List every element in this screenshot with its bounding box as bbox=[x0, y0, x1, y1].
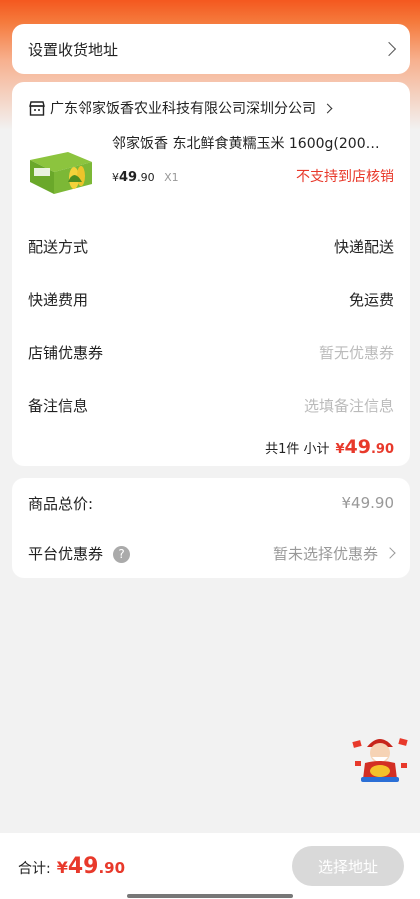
home-indicator bbox=[127, 894, 293, 898]
total-price: ¥49.90 bbox=[56, 853, 126, 879]
total-label: 合计: bbox=[18, 860, 51, 877]
shop-coupon-label: 店铺优惠券 bbox=[28, 344, 104, 362]
summary-card: 商品总价: ¥49.90 平台优惠券? 暂未选择优惠券 bbox=[12, 478, 410, 578]
remark-label: 备注信息 bbox=[28, 397, 89, 415]
address-selector[interactable]: 设置收货地址 bbox=[12, 24, 410, 74]
goods-total-row: 商品总价: ¥49.90 bbox=[28, 478, 394, 528]
product-price: ¥49.90 bbox=[112, 170, 155, 185]
product-item[interactable]: 邻家饭香 东北鲜食黄糯玉米 1600g(200… ¥49.90 X1 不支持到店… bbox=[28, 134, 394, 204]
fee-value: 免运费 bbox=[348, 291, 394, 309]
shop-icon bbox=[28, 100, 46, 116]
chevron-right-icon bbox=[384, 547, 396, 559]
shipping-fee-row: 快递费用 免运费 bbox=[28, 273, 394, 326]
pickup-notice: 不支持到店核销 bbox=[296, 169, 394, 185]
remark-row: 备注信息 选填备注信息 bbox=[28, 379, 394, 432]
delivery-method-row[interactable]: 配送方式 快递配送 bbox=[28, 220, 394, 273]
fee-label: 快递费用 bbox=[28, 291, 89, 309]
platform-coupon-value: 暂未选择优惠券 bbox=[272, 544, 378, 563]
shop-coupon-row[interactable]: 店铺优惠券 暂无优惠券 bbox=[28, 326, 394, 379]
help-icon[interactable]: ? bbox=[113, 545, 131, 563]
product-quantity: X1 bbox=[164, 171, 179, 184]
bottom-bar: 合计: ¥49.90 选择地址 bbox=[0, 833, 420, 899]
subtotal: 共1件 小计 ¥49.90 bbox=[28, 436, 394, 458]
platform-coupon-row[interactable]: 平台优惠券? 暂未选择优惠券 bbox=[28, 528, 396, 578]
choose-address-button[interactable]: 选择地址 bbox=[292, 846, 404, 886]
shop-row[interactable]: 广东邻家饭香农业科技有限公司深圳分公司 bbox=[28, 82, 394, 134]
delivery-value: 快递配送 bbox=[333, 238, 394, 256]
goods-total-value: ¥49.90 bbox=[341, 494, 395, 512]
goods-total-label: 商品总价: bbox=[28, 494, 94, 513]
subtotal-text: 共1件 小计 bbox=[265, 442, 330, 457]
chevron-right-icon bbox=[381, 41, 397, 57]
address-label: 设置收货地址 bbox=[28, 40, 119, 59]
chevron-right-icon bbox=[322, 103, 333, 113]
order-card: 广东邻家饭香农业科技有限公司深圳分公司 邻家饭香 东北鲜食黄糯玉米 1600g(… bbox=[12, 82, 410, 466]
mascot-icon[interactable] bbox=[351, 733, 409, 783]
subtotal-price: ¥49.90 bbox=[335, 436, 394, 458]
platform-coupon-label: 平台优惠券 bbox=[28, 544, 104, 563]
shop-name: 广东邻家饭香农业科技有限公司深圳分公司 bbox=[50, 101, 316, 117]
product-title: 邻家饭香 东北鲜食黄糯玉米 1600g(200… bbox=[112, 136, 380, 152]
product-image bbox=[24, 138, 96, 198]
remark-input[interactable]: 选填备注信息 bbox=[304, 395, 394, 416]
delivery-label: 配送方式 bbox=[28, 238, 89, 256]
shop-coupon-value: 暂无优惠券 bbox=[318, 344, 394, 362]
